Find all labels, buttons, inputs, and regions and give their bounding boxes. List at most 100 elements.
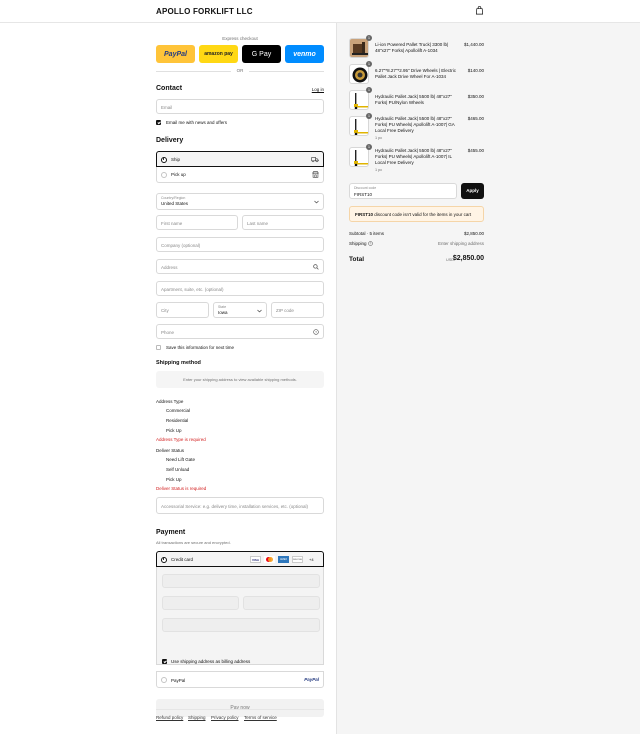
product-image bbox=[349, 64, 369, 84]
shipping-label: Shipping bbox=[349, 241, 367, 246]
paypal-option[interactable]: PayPal PayPal bbox=[156, 671, 324, 688]
phone-field[interactable]: Phone ? bbox=[156, 324, 324, 339]
product-price: $140.00 bbox=[467, 68, 484, 73]
payment-subtitle: All transactions are secure and encrypte… bbox=[156, 540, 231, 545]
country-select[interactable]: Country/Region United States bbox=[156, 193, 324, 210]
product-image bbox=[349, 147, 369, 167]
subtotal-value: $2,850.00 bbox=[463, 231, 484, 236]
terms-of-service-link[interactable]: Terms of service bbox=[244, 715, 277, 720]
quantity-badge: 1 bbox=[366, 35, 372, 41]
shipping-method-notice: Enter your shipping address to view avai… bbox=[156, 371, 324, 388]
help-icon[interactable]: ? bbox=[368, 241, 373, 246]
store-icon bbox=[312, 171, 319, 178]
discount-error-text: discount code isn't valid for the items … bbox=[373, 212, 472, 217]
newsletter-checkbox[interactable] bbox=[156, 120, 161, 125]
shopping-bag-icon[interactable] bbox=[475, 6, 484, 15]
product-name: Hydraulic Pallet Jack| 5500 lb| 48"x27" … bbox=[375, 148, 452, 165]
paypal-express-button[interactable]: PayPal bbox=[156, 45, 195, 63]
quantity-badge: 1 bbox=[366, 61, 372, 67]
chevron-down-icon bbox=[257, 309, 262, 313]
product-price: $1,440.00 bbox=[463, 42, 484, 47]
first-name-field[interactable]: First name bbox=[156, 215, 238, 230]
discount-error-banner: FIRST10 discount code isn't valid for th… bbox=[349, 206, 484, 222]
svg-text:?: ? bbox=[315, 330, 317, 334]
product-name: 6.27"*8.27"*2.95" Drive Wheels | Electri… bbox=[375, 68, 456, 79]
product-price: $465.00 bbox=[467, 116, 484, 121]
shipping-value: Enter shipping address bbox=[437, 241, 484, 246]
google-pay-button[interactable]: G Pay bbox=[242, 45, 281, 63]
newsletter-label: Email me with news and offers bbox=[166, 120, 227, 125]
apartment-field[interactable]: Apartment, suite, etc. (optional) bbox=[156, 281, 324, 296]
last-name-field[interactable]: Last name bbox=[242, 215, 324, 230]
contact-heading: Contact bbox=[156, 85, 183, 92]
privacy-policy-link[interactable]: Privacy policy bbox=[211, 715, 239, 720]
product-variant: 1 pc bbox=[375, 136, 383, 140]
chevron-down-icon bbox=[314, 200, 319, 204]
billing-same-label: Use shipping address as billing address bbox=[171, 659, 251, 664]
deliver-status-lift-gate[interactable]: Need Lift Gate bbox=[166, 457, 195, 462]
store-logo[interactable]: APOLLO FORKLIFT LLC bbox=[156, 7, 253, 16]
refund-policy-link[interactable]: Refund policy bbox=[156, 715, 183, 720]
product-price: $350.00 bbox=[467, 94, 484, 99]
accessorial-service-field[interactable]: Accessorial Service: e.g. delivery time,… bbox=[156, 497, 324, 514]
address-type-commercial[interactable]: Commercial bbox=[166, 408, 190, 413]
deliver-status-error: Deliver Status is required bbox=[156, 486, 207, 491]
more-cards-badge: +4 bbox=[309, 557, 314, 562]
total-value: $2,850.00 bbox=[452, 255, 484, 262]
product-price: $455.00 bbox=[467, 148, 484, 153]
product-image bbox=[349, 116, 369, 136]
amazon-pay-button[interactable]: amazon pay bbox=[199, 45, 238, 63]
quantity-badge: 1 bbox=[366, 144, 372, 150]
or-divider: OR bbox=[156, 68, 324, 74]
shipping-method-heading: Shipping method bbox=[156, 360, 201, 366]
help-icon[interactable]: ? bbox=[313, 329, 319, 335]
subtotal-label: Subtotal · 5 items bbox=[349, 231, 385, 236]
ship-option[interactable]: Ship bbox=[156, 151, 324, 167]
site-header: APOLLO FORKLIFT LLC bbox=[0, 0, 640, 23]
footer-divider bbox=[156, 709, 324, 710]
quantity-badge: 1 bbox=[366, 113, 372, 119]
card-name-field[interactable] bbox=[162, 618, 320, 632]
billing-same-checkbox[interactable] bbox=[162, 659, 167, 664]
state-select[interactable]: State Iowa bbox=[213, 302, 267, 318]
payment-heading: Payment bbox=[156, 529, 186, 536]
product-variant: 1 pc bbox=[375, 168, 383, 172]
product-image bbox=[349, 38, 369, 58]
address-field[interactable]: Address bbox=[156, 259, 324, 274]
login-link[interactable]: Log in bbox=[312, 87, 324, 92]
deliver-status-self-unload[interactable]: Self Unload bbox=[166, 467, 189, 472]
card-form bbox=[156, 567, 324, 665]
zip-field[interactable]: ZIP code bbox=[271, 302, 324, 318]
apply-discount-button[interactable]: Apply bbox=[461, 183, 484, 199]
city-field[interactable]: City bbox=[156, 302, 209, 318]
paypal-logo: PayPal bbox=[304, 677, 319, 682]
delivery-heading: Delivery bbox=[156, 137, 184, 144]
total-label: Total bbox=[349, 256, 365, 263]
email-field[interactable]: Email bbox=[156, 99, 324, 114]
card-number-field[interactable] bbox=[162, 574, 320, 588]
address-type-residential[interactable]: Residential bbox=[166, 418, 188, 423]
venmo-button[interactable]: venmo bbox=[285, 45, 324, 63]
address-type-pickup[interactable]: Pick Up bbox=[166, 428, 182, 433]
card-cvv-field[interactable] bbox=[243, 596, 320, 610]
amex-icon: AMEX bbox=[278, 556, 289, 563]
address-type-error: Address Type is required bbox=[156, 437, 206, 442]
save-info-label: Save this information for next time bbox=[166, 345, 235, 350]
visa-icon: VISA bbox=[250, 556, 261, 563]
deliver-status-heading: Deliver Status bbox=[156, 448, 185, 453]
search-icon bbox=[313, 264, 319, 270]
save-info-checkbox[interactable] bbox=[156, 345, 161, 350]
product-name: Hydraulic Pallet Jack| 5500 lb| 48"x27" … bbox=[375, 94, 452, 105]
shipping-policy-link[interactable]: Shipping bbox=[188, 715, 206, 720]
discover-icon: DISCOVER bbox=[292, 556, 303, 563]
deliver-status-pickup[interactable]: Pick Up bbox=[166, 477, 182, 482]
pickup-option[interactable]: Pick up bbox=[156, 167, 324, 183]
product-name: Li-ion Powered Pallet Truck| 3300 lb| 48… bbox=[375, 42, 449, 53]
credit-card-option[interactable]: Credit card VISA AMEX DISCOVER +4 bbox=[156, 551, 324, 567]
card-expiry-field[interactable] bbox=[162, 596, 239, 610]
company-field[interactable]: Company (optional) bbox=[156, 237, 324, 252]
quantity-badge: 1 bbox=[366, 87, 372, 93]
mastercard-icon bbox=[264, 556, 275, 563]
discount-code-input[interactable]: Discount code FIRST10 bbox=[349, 183, 457, 199]
address-type-heading: Address Type bbox=[156, 399, 184, 404]
